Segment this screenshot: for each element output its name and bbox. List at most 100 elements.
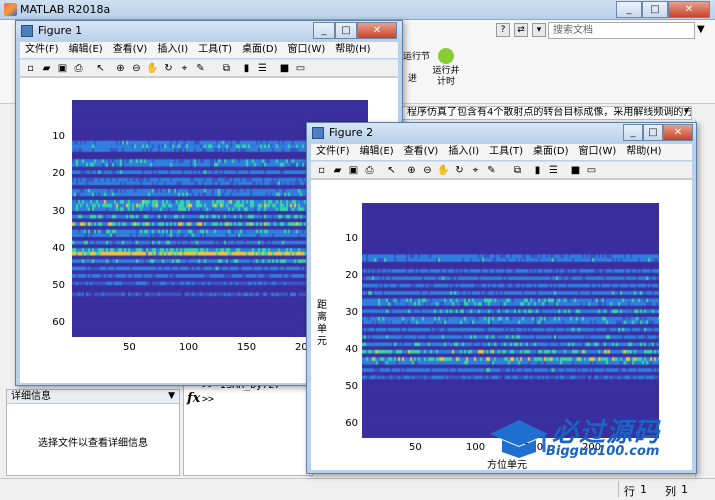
y-tick-label: 60 <box>52 317 65 328</box>
menu-window[interactable]: 窗口(W) <box>283 42 331 58</box>
chevron-down-icon[interactable]: ▼ <box>168 390 175 403</box>
row-value: 1 <box>640 483 647 496</box>
close-button[interactable]: ✕ <box>357 22 397 39</box>
menu-help[interactable]: 帮助(H) <box>330 42 375 58</box>
colorbar-icon[interactable]: ▮ <box>531 164 544 177</box>
run-and-time-label-2: 计时 <box>436 77 455 87</box>
menu-insert[interactable]: 插入(I) <box>443 144 484 160</box>
minimize-button[interactable]: _ <box>623 124 643 141</box>
details-header-label: 详细信息 <box>11 391 51 402</box>
y-tick-label: 10 <box>345 233 358 244</box>
menu-window[interactable]: 窗口(W) <box>574 144 622 160</box>
figure-2-menubar: 文件(F) 编辑(E) 查看(V) 插入(I) 工具(T) 桌面(D) 窗口(W… <box>311 144 692 160</box>
new-figure-icon[interactable]: ▫ <box>315 164 328 177</box>
print-icon[interactable]: ⎙ <box>72 62 85 75</box>
rotate-icon[interactable]: ↻ <box>162 62 175 75</box>
close-button[interactable]: ✕ <box>668 1 710 18</box>
script-description: 程序仿真了包含有4个散射点的转台目标成像，采用解线频调的方法 <box>402 106 692 120</box>
save-icon[interactable]: ▣ <box>56 62 69 75</box>
menu-edit[interactable]: 编辑(E) <box>64 42 108 58</box>
quick-access-icon-2[interactable]: ⇄ <box>514 23 528 37</box>
print-icon[interactable]: ⎙ <box>363 164 376 177</box>
link-plot-icon[interactable]: ⧉ <box>220 62 233 75</box>
x-tick-label: 150 <box>237 342 257 353</box>
pan-icon[interactable]: ✋ <box>437 164 450 177</box>
y-tick-label: 50 <box>345 381 358 392</box>
open-file-icon[interactable]: ▰ <box>331 164 344 177</box>
link-plot-icon[interactable]: ⧉ <box>511 164 524 177</box>
new-figure-icon[interactable]: ▫ <box>24 62 37 75</box>
y-axis-label: 距离单元 <box>317 300 327 347</box>
brush-icon[interactable]: ✎ <box>194 62 207 75</box>
status-bar: 行 1 列 1 <box>0 478 715 500</box>
minimize-button[interactable]: _ <box>313 22 335 39</box>
colorbar-icon[interactable]: ▮ <box>240 62 253 75</box>
legend-icon[interactable]: ☰ <box>547 164 560 177</box>
quick-access-icon-3[interactable]: ▾ <box>532 23 546 37</box>
watermark-url: Bigguo100.com <box>546 444 660 459</box>
col-label: 列 <box>665 485 676 498</box>
y-tick-label: 10 <box>52 131 65 142</box>
search-input[interactable]: 搜索文档 <box>548 22 695 39</box>
figure-1-title-bar: Figure 1 _ □ ✕ <box>16 21 402 41</box>
figure-2-title: Figure 2 <box>329 126 374 139</box>
menu-desktop[interactable]: 桌面(D) <box>528 144 574 160</box>
figure-icon <box>21 25 33 37</box>
zoom-out-icon[interactable]: ⊖ <box>130 62 143 75</box>
details-panel: 详细信息 ▼ 选择文件以查看详细信息 <box>6 389 180 476</box>
menu-insert[interactable]: 插入(I) <box>152 42 193 58</box>
row-label: 行 <box>624 485 635 498</box>
maximize-button[interactable]: □ <box>335 22 357 39</box>
open-file-icon[interactable]: ▰ <box>40 62 53 75</box>
show-tools-icon[interactable]: ▭ <box>585 164 598 177</box>
status-separator <box>618 481 619 497</box>
menu-file[interactable]: 文件(F) <box>20 42 64 58</box>
pointer-icon[interactable]: ↖ <box>385 164 398 177</box>
zoom-out-icon[interactable]: ⊖ <box>421 164 434 177</box>
main-window-controls: _ □ ✕ <box>616 1 710 18</box>
menu-view[interactable]: 查看(V) <box>108 42 153 58</box>
menu-help[interactable]: 帮助(H) <box>621 144 666 160</box>
data-cursor-icon[interactable]: ⌖ <box>178 62 191 75</box>
save-icon[interactable]: ▣ <box>347 164 360 177</box>
menu-file[interactable]: 文件(F) <box>311 144 355 160</box>
hide-tools-icon[interactable]: ■ <box>569 164 582 177</box>
y-tick-label: 20 <box>52 168 65 179</box>
pan-icon[interactable]: ✋ <box>146 62 159 75</box>
zoom-in-icon[interactable]: ⊕ <box>405 164 418 177</box>
maximize-button[interactable]: □ <box>643 124 663 141</box>
filter-icon[interactable]: ▼ <box>697 24 705 35</box>
run-section-button[interactable]: 运行节 <box>403 52 430 63</box>
zoom-in-icon[interactable]: ⊕ <box>114 62 127 75</box>
hide-tools-icon[interactable]: ■ <box>278 62 291 75</box>
pointer-icon[interactable]: ↖ <box>94 62 107 75</box>
menu-desktop[interactable]: 桌面(D) <box>237 42 283 58</box>
figure-1-title: Figure 1 <box>38 24 83 37</box>
menu-tools[interactable]: 工具(T) <box>484 144 528 160</box>
menu-tools[interactable]: 工具(T) <box>193 42 237 58</box>
menu-edit[interactable]: 编辑(E) <box>355 144 399 160</box>
fx-icon[interactable]: fx <box>187 391 200 406</box>
data-cursor-icon[interactable]: ⌖ <box>469 164 482 177</box>
command-window[interactable]: >> ISAR_by727 fx >> <box>183 377 313 476</box>
show-tools-icon[interactable]: ▭ <box>294 62 307 75</box>
y-tick-label: 40 <box>345 344 358 355</box>
legend-icon[interactable]: ☰ <box>256 62 269 75</box>
close-button[interactable]: ✕ <box>663 124 693 141</box>
minimize-button[interactable]: _ <box>616 1 642 18</box>
y-tick-label: 50 <box>52 280 65 291</box>
brush-icon[interactable]: ✎ <box>485 164 498 177</box>
graduation-cap-icon <box>490 420 548 458</box>
menu-view[interactable]: 查看(V) <box>399 144 444 160</box>
run-and-time-label-1: 运行并 <box>432 66 460 76</box>
y-tick-label: 40 <box>52 243 65 254</box>
details-panel-header[interactable]: 详细信息 ▼ <box>7 390 179 404</box>
quick-access-icon-1[interactable]: ? <box>496 23 510 37</box>
description-dropdown-icon[interactable]: ▾ <box>684 107 689 117</box>
rotate-icon[interactable]: ↻ <box>453 164 466 177</box>
run-and-time-button[interactable]: 运行并 计时 <box>430 48 462 88</box>
maximize-button[interactable]: □ <box>642 1 668 18</box>
run-and-time-icon <box>438 48 454 64</box>
run-section-label: 运行节 <box>403 52 431 62</box>
ribbon-left-edge <box>0 60 16 100</box>
